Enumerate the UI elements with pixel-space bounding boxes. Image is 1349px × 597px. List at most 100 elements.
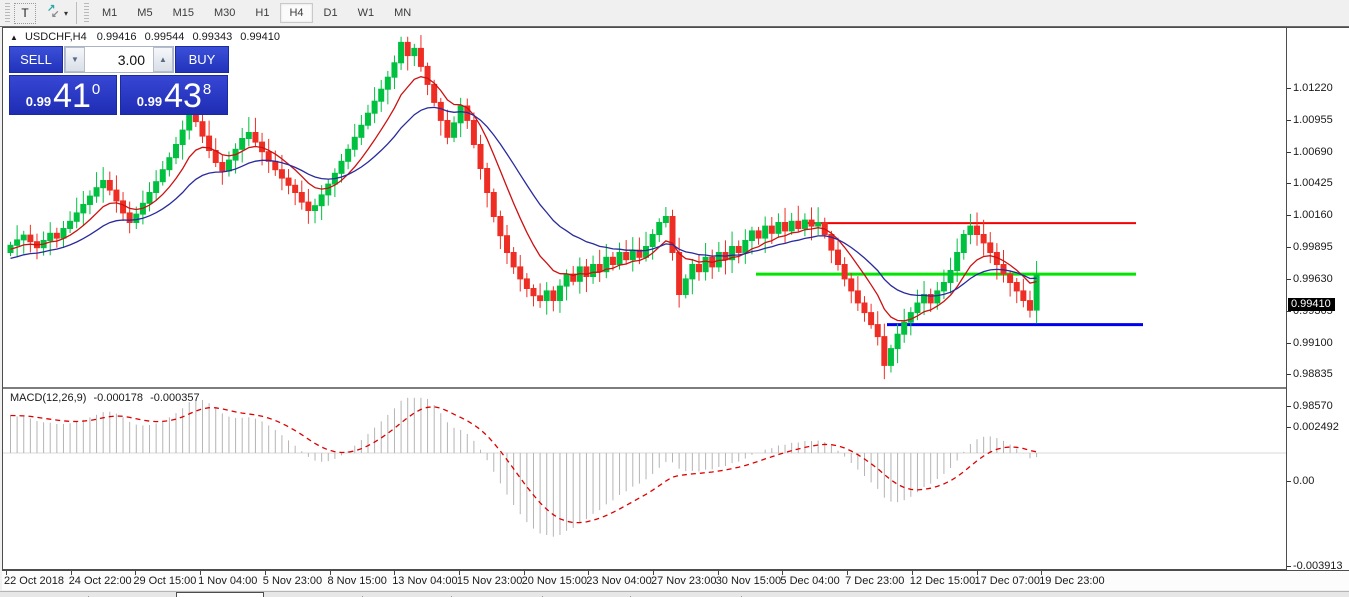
slow-ma	[11, 107, 1037, 296]
timeframe-button-h4[interactable]: H4	[280, 3, 312, 23]
macd-indicator-label: MACD(12,26,9) -0.000178 -0.000357	[10, 392, 200, 404]
time-axis: 22 Oct 201824 Oct 22:0029 Oct 15:001 Nov…	[2, 570, 1349, 590]
top-toolbar: T ↗↙ ▾ M1M5M15M30H1H4D1W1MN	[0, 0, 1349, 27]
buy-price-prefix: 0.99	[137, 94, 162, 109]
toolbar-grip-2	[84, 3, 89, 23]
spin-up-icon: ▲	[159, 55, 167, 64]
price-axis-label: 1.00160	[1293, 209, 1333, 221]
symbol-label: USDCHF,H4	[25, 31, 87, 43]
volume-decrease-button[interactable]: ▼	[65, 47, 85, 72]
symbol-ohlc-line: ▲ USDCHF,H4 0.99416 0.99544 0.99343 0.99…	[10, 31, 280, 43]
buy-quote-button[interactable]: 0.99 43 8	[120, 75, 228, 115]
buy-button[interactable]: BUY	[175, 46, 229, 73]
price-pane[interactable]: ▲ USDCHF,H4 0.99416 0.99544 0.99343 0.99…	[3, 28, 1286, 384]
time-axis-label: 27 Nov 23:00	[651, 575, 716, 587]
timeframe-button-m1[interactable]: M1	[93, 3, 126, 23]
price-axis-tick	[1287, 343, 1291, 344]
timeframe-button-w1[interactable]: W1	[349, 3, 384, 23]
sell-price-pip: 0	[92, 81, 100, 98]
arrows-tool-icon: ↗↙	[46, 5, 62, 21]
tab-usdcnh[interactable]: USDCNH,H4	[363, 592, 451, 597]
tab-eurusd[interactable]: EURUSD,H4	[0, 592, 88, 597]
price-axis-label: 0.99895	[1293, 241, 1333, 253]
price-axis-label: 0.99630	[1293, 273, 1333, 285]
time-axis-label: 20 Nov 15:00	[522, 575, 587, 587]
sell-price-main: 41	[53, 80, 91, 112]
current-price-tag: 0.99410	[1288, 298, 1335, 311]
collapse-triangle-icon[interactable]: ▲	[10, 33, 18, 42]
volume-increase-button[interactable]: ▲	[153, 47, 173, 72]
time-axis-label: 5 Dec 04:00	[780, 575, 839, 587]
text-tool-icon: T	[21, 6, 28, 20]
macd-axis-label: 0.002492	[1293, 421, 1339, 433]
timeframe-button-m5[interactable]: M5	[128, 3, 161, 23]
price-axis-label: 0.99100	[1293, 337, 1333, 349]
timeframe-button-h1[interactable]: H1	[246, 3, 278, 23]
toolbar-grip	[5, 3, 10, 23]
timeframe-button-mn[interactable]: MN	[385, 3, 420, 23]
macd-signal-line	[11, 407, 1037, 523]
time-axis-label: 19 Dec 23:00	[1039, 575, 1104, 587]
macd-axis-tick	[1287, 427, 1291, 428]
buy-button-label: BUY	[189, 52, 216, 67]
tab-audusd[interactable]: AUDUSD,H4	[89, 592, 177, 597]
macd-pane[interactable]: MACD(12,26,9) -0.000178 -0.000357	[3, 387, 1286, 549]
close-value: 0.99410	[240, 31, 280, 43]
arrows-tool-button[interactable]: ↗↙ ▾	[45, 3, 69, 24]
time-axis-label: 29 Oct 15:00	[133, 575, 196, 587]
buy-price-main: 43	[164, 80, 202, 112]
tab-usdjpy[interactable]: USDJPY,M15	[452, 592, 542, 597]
time-axis-label: 8 Nov 15:00	[328, 575, 387, 587]
tab-usdchf[interactable]: USDCHF,H4	[176, 592, 264, 597]
macd-name: MACD(12,26,9)	[10, 392, 86, 404]
macd-value: -0.000178	[93, 392, 143, 404]
price-axis-panel: 1.01220 1.00955 1.00690 1.00425 1.00160 0.998…	[1286, 28, 1349, 571]
price-axis-tick	[1287, 215, 1291, 216]
one-click-trading-panel: SELL ▼ ▲ BUY 0.99 41	[9, 46, 229, 115]
price-axis-tick	[1287, 406, 1291, 407]
time-axis-label: 1 Nov 04:00	[198, 575, 257, 587]
open-value: 0.99416	[97, 31, 137, 43]
spin-down-icon: ▼	[71, 55, 79, 64]
tab-gbpusd[interactable]: GBPUSD,Weekly	[631, 592, 740, 597]
text-tool-button[interactable]: T	[14, 3, 36, 24]
macd-axis-tick	[1287, 566, 1291, 567]
sell-quote-button[interactable]: 0.99 41 0	[9, 75, 117, 115]
time-axis-label: 15 Nov 23:00	[457, 575, 522, 587]
buy-price-pip: 8	[203, 81, 211, 98]
macd-axis-label: 0.00	[1293, 475, 1314, 487]
price-axis-label: 1.00690	[1293, 146, 1333, 158]
sell-button[interactable]: SELL	[9, 46, 63, 73]
tab-sp500[interactable]: SP500,H1	[742, 592, 816, 597]
price-axis-label: 1.01220	[1293, 82, 1333, 94]
sell-price-prefix: 0.99	[26, 94, 51, 109]
chevron-down-icon: ▾	[64, 9, 68, 18]
timeframe-button-d1[interactable]: D1	[315, 3, 347, 23]
price-axis-tick	[1287, 88, 1291, 89]
time-axis-label: 7 Dec 23:00	[845, 575, 904, 587]
price-axis-label: 1.00955	[1293, 114, 1333, 126]
time-axis-label: 13 Nov 04:00	[392, 575, 457, 587]
low-value: 0.99343	[192, 31, 232, 43]
price-axis-tick	[1287, 374, 1291, 375]
time-axis-label: 30 Nov 15:00	[716, 575, 781, 587]
price-axis-label: 1.00425	[1293, 177, 1333, 189]
time-axis-label: 17 Dec 07:00	[975, 575, 1040, 587]
timeframe-button-m15[interactable]: M15	[164, 3, 203, 23]
chart-window: ▲ USDCHF,H4 0.99416 0.99544 0.99343 0.99…	[2, 27, 1349, 570]
timeframe-button-m30[interactable]: M30	[205, 3, 244, 23]
time-axis-label: 12 Dec 15:00	[910, 575, 975, 587]
volume-input[interactable]	[85, 47, 153, 72]
price-axis-label: 0.98570	[1293, 400, 1333, 412]
tab-usdcad[interactable]: USDCAD,Daily	[264, 592, 362, 597]
price-axis-tick	[1287, 152, 1291, 153]
chart-tab-bar: EURUSD,H4AUDUSD,H4USDCHF,H4USDCAD,DailyU…	[0, 591, 1349, 597]
toolbar-separator	[76, 2, 77, 24]
time-axis-label: 24 Oct 22:00	[69, 575, 132, 587]
high-value: 0.99544	[145, 31, 185, 43]
tab-xauusd[interactable]: XAUUSD,H1	[543, 592, 630, 597]
price-axis-tick	[1287, 247, 1291, 248]
time-axis-label: 5 Nov 23:00	[263, 575, 322, 587]
price-axis-tick	[1287, 183, 1291, 184]
sell-button-label: SELL	[20, 52, 52, 67]
